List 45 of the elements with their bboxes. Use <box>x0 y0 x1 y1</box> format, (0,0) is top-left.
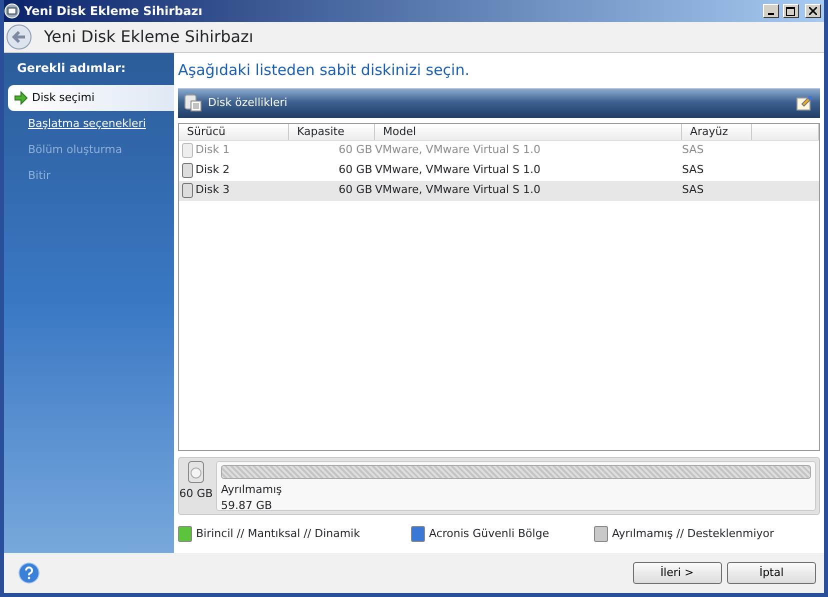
close-button[interactable] <box>805 4 822 18</box>
maximize-button[interactable] <box>782 4 798 18</box>
table-cell-text: Disk 1 <box>196 142 230 158</box>
table-cell-text: Disk 3 <box>196 182 230 198</box>
column-header[interactable]: Kapasite <box>289 124 375 140</box>
column-header[interactable]: Sürücü <box>179 124 289 140</box>
instruction-text: Aşağıdaki listeden sabit diskinizi seçin. <box>178 60 470 81</box>
partition-label: Ayrılmamış <box>221 482 283 498</box>
legend-label: Acronis Güvenli Bölge <box>429 526 550 542</box>
next-button[interactable]: İleri > <box>632 562 722 584</box>
wizard-step[interactable]: Başlatma seçenekleri <box>4 111 174 137</box>
table-cell: 60 GB <box>338 183 372 196</box>
table-cell: 60 GB <box>338 163 372 176</box>
disk-size: 60 GB <box>179 486 213 502</box>
table-cell: SAS <box>682 163 704 176</box>
table-cell: SAS <box>682 143 704 156</box>
table-cell: SAS <box>682 183 704 196</box>
step-label: Disk seçimi <box>32 90 94 106</box>
legend-label: Birincil // Mantıksal // Dinamik <box>196 526 360 542</box>
maximize-icon <box>786 6 795 16</box>
table-cell: VMware, VMware Virtual S 1.0 <box>375 143 541 156</box>
back-icon[interactable] <box>6 24 32 50</box>
table-row[interactable]: Disk 2 60 GB VMware, VMware Virtual S 1.0 SAS <box>179 160 819 180</box>
table-cell: VMware, VMware Virtual S 1.0 <box>375 183 541 196</box>
disk-properties-button[interactable]: Disk özellikleri <box>208 94 790 112</box>
arrow-icon <box>14 91 28 105</box>
close-icon <box>809 7 818 15</box>
table-cell: 60 GB <box>338 143 372 156</box>
partition-block[interactable]: Ayrılmamış 59.87 GB <box>216 461 816 511</box>
table-row[interactable]: Disk 3 60 GB VMware, VMware Virtual S 1.0 SAS <box>179 180 819 200</box>
table-cell: VMware, VMware Virtual S 1.0 <box>375 163 541 176</box>
notes-icon[interactable] <box>796 95 812 111</box>
table-cell-text: Disk 2 <box>196 162 230 178</box>
column-header[interactable]: Arayüz <box>682 124 752 140</box>
help-icon[interactable] <box>18 562 40 584</box>
cancel-button[interactable]: İptal <box>727 562 816 584</box>
minimize-button[interactable] <box>762 4 778 18</box>
legend-label: Ayrılmamış // Desteklenmiyor <box>612 526 774 542</box>
app-icon <box>4 3 20 19</box>
column-header[interactable]: Model <box>375 124 682 140</box>
wizard-title: Yeni Disk Ekleme Sihirbazı <box>44 26 254 48</box>
window-title: Yeni Disk Ekleme Sihirbazı <box>24 3 204 20</box>
sidebar-heading: Gerekli adımlar: <box>16 60 127 77</box>
disk-properties-icon <box>184 94 202 112</box>
wizard-step[interactable]: Disk seçimi <box>8 85 174 111</box>
